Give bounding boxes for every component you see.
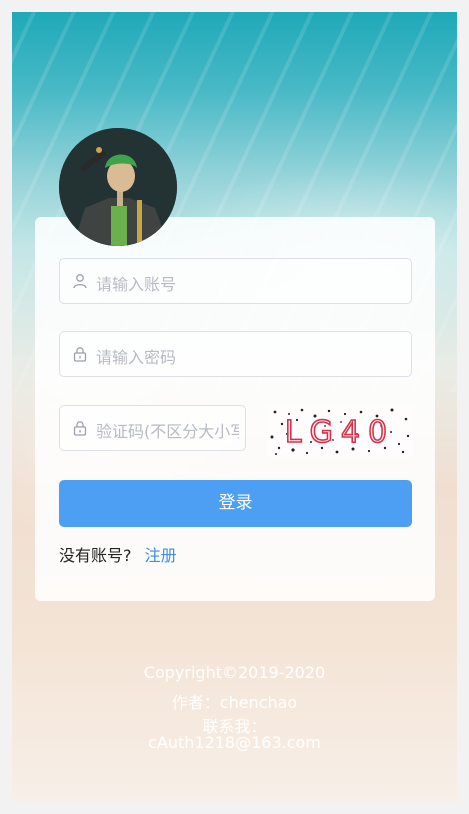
avatar-image — [59, 128, 177, 246]
captcha-text: LG40 — [285, 415, 395, 450]
username-placeholder: 请输入账号 — [96, 275, 177, 294]
footer-author: 作者：chenchao — [171, 693, 298, 712]
password-placeholder: 请输入密码 — [96, 348, 177, 367]
captcha-placeholder: 验证码(不区分大小写) — [96, 422, 239, 441]
login-page-background: 请输入账号 请输入密码 验证码(不区分大小写) LG40 登录 没有账号? 注册… — [12, 12, 457, 802]
no-account-text: 没有账号? — [59, 546, 132, 565]
user-icon — [73, 274, 87, 289]
register-row: 没有账号? 注册 — [59, 542, 177, 566]
footer-copyright: Copyright©2019-2020 — [143, 663, 326, 682]
lock-icon — [73, 347, 87, 362]
captcha-image[interactable]: LG40 — [267, 404, 413, 458]
username-field[interactable]: 请输入账号 — [59, 258, 412, 304]
login-button[interactable]: 登录 — [59, 480, 412, 527]
footer-contact-email[interactable]: cAuth1218@163.com — [12, 733, 457, 752]
captcha-field[interactable]: 验证码(不区分大小写) — [59, 405, 246, 451]
password-field[interactable]: 请输入密码 — [59, 331, 412, 377]
register-link[interactable]: 注册 — [145, 546, 177, 565]
avatar — [59, 128, 177, 246]
lock-icon — [73, 421, 87, 436]
login-card: 请输入账号 请输入密码 验证码(不区分大小写) LG40 登录 没有账号? 注册 — [35, 217, 435, 601]
